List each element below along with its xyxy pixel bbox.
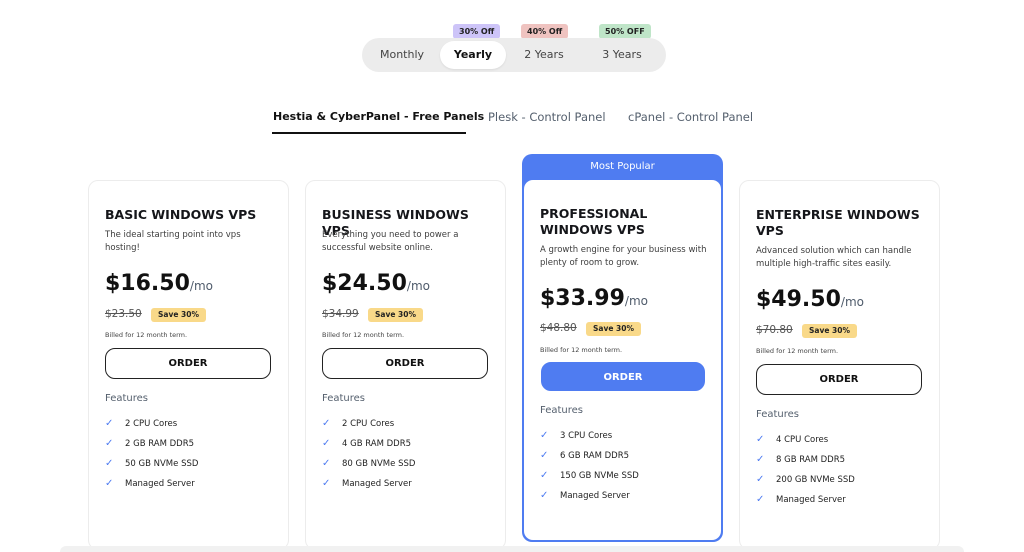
- plan-card-body: PROFESSIONAL WINDOWS VPS A growth engine…: [524, 180, 721, 540]
- check-icon: ✓: [756, 454, 765, 465]
- check-icon: ✓: [105, 478, 114, 489]
- old-price: $34.99: [322, 308, 359, 320]
- check-icon: ✓: [756, 474, 765, 485]
- feature-item: ✓ Managed Server: [756, 494, 846, 505]
- billing-option-3-years[interactable]: 3 Years: [584, 41, 660, 69]
- billing-term: Billed for 12 month term.: [105, 331, 188, 339]
- features-heading: Features: [756, 409, 799, 420]
- plan-price: $16.50/mo: [105, 271, 213, 296]
- features-heading: Features: [105, 393, 148, 404]
- check-icon: ✓: [105, 458, 114, 469]
- feature-item: ✓ 200 GB NVMe SSD: [756, 474, 855, 485]
- old-price: $48.80: [540, 322, 577, 334]
- old-price: $70.80: [756, 324, 793, 336]
- plan-card-professional: Most Popular PROFESSIONAL WINDOWS VPS A …: [522, 154, 723, 542]
- most-popular-label: Most Popular: [590, 161, 655, 172]
- order-button[interactable]: ORDER: [105, 348, 271, 379]
- order-button[interactable]: ORDER: [322, 348, 488, 379]
- feature-item: ✓ 8 GB RAM DDR5: [756, 454, 846, 465]
- active-tab-underline: [272, 132, 466, 134]
- feature-item: ✓ Managed Server: [105, 478, 195, 489]
- plan-card-business: BUSINESS WINDOWS VPS Everything you need…: [305, 180, 506, 550]
- check-icon: ✓: [322, 438, 331, 449]
- feature-item: ✓ 80 GB NVMe SSD: [322, 458, 416, 469]
- billing-term: Billed for 12 month term.: [756, 347, 839, 355]
- order-button[interactable]: ORDER: [756, 364, 922, 395]
- check-icon: ✓: [540, 490, 549, 501]
- old-price: $23.50: [105, 308, 142, 320]
- feature-item: ✓ 2 CPU Cores: [105, 418, 178, 429]
- save-badge: Save 30%: [586, 322, 642, 336]
- discount-badge-3-years: 50% OFF: [599, 24, 651, 39]
- plan-card-enterprise: ENTERPRISE WINDOWS VPS Advanced solution…: [739, 180, 940, 550]
- tab-plesk[interactable]: Plesk - Control Panel: [488, 110, 606, 124]
- plan-card-basic: BASIC WINDOWS VPS The ideal starting poi…: [88, 180, 289, 550]
- feature-item: ✓ 2 CPU Cores: [322, 418, 395, 429]
- plan-description: The ideal starting point into vps hostin…: [105, 230, 241, 253]
- check-icon: ✓: [756, 434, 765, 445]
- tab-hestia-cyberpanel[interactable]: Hestia & CyberPanel - Free Panels: [273, 110, 484, 123]
- billing-option-yearly[interactable]: Yearly: [440, 41, 506, 69]
- plan-name: PROFESSIONAL WINDOWS VPS: [540, 206, 648, 237]
- plan-price: $49.50/mo: [756, 287, 864, 312]
- features-heading: Features: [322, 393, 365, 404]
- order-button[interactable]: ORDER: [541, 362, 705, 391]
- feature-item: ✓ 6 GB RAM DDR5: [540, 450, 630, 461]
- features-heading: Features: [540, 405, 583, 416]
- billing-option-2-years[interactable]: 2 Years: [508, 41, 580, 69]
- plan-description: Everything you need to power a successfu…: [322, 230, 459, 253]
- billing-option-monthly[interactable]: Monthly: [366, 41, 438, 69]
- check-icon: ✓: [540, 450, 549, 461]
- plan-price: $24.50/mo: [322, 271, 430, 296]
- save-badge: Save 30%: [802, 324, 858, 338]
- feature-item: ✓ 2 GB RAM DDR5: [105, 438, 195, 449]
- check-icon: ✓: [540, 430, 549, 441]
- feature-item: ✓ 50 GB NVMe SSD: [105, 458, 199, 469]
- discount-badge-2-years: 40% Off: [521, 24, 569, 39]
- tab-cpanel[interactable]: cPanel - Control Panel: [628, 110, 753, 124]
- plan-name: ENTERPRISE WINDOWS VPS: [756, 207, 920, 238]
- billing-term: Billed for 12 month term.: [322, 331, 405, 339]
- check-icon: ✓: [756, 494, 765, 505]
- plan-description: A growth engine for your business with p…: [540, 245, 707, 268]
- check-icon: ✓: [322, 478, 331, 489]
- plan-description: Advanced solution which can handle multi…: [756, 246, 912, 269]
- check-icon: ✓: [540, 470, 549, 481]
- billing-period-toggle: Monthly Yearly 2 Years 3 Years: [362, 38, 666, 72]
- feature-item: ✓ Managed Server: [322, 478, 412, 489]
- feature-item: ✓ 150 GB NVMe SSD: [540, 470, 639, 481]
- save-badge: Save 30%: [368, 308, 424, 322]
- feature-item: ✓ 3 CPU Cores: [540, 430, 613, 441]
- billing-term: Billed for 12 month term.: [540, 346, 623, 354]
- feature-item: ✓ 4 CPU Cores: [756, 434, 829, 445]
- feature-item: ✓ 4 GB RAM DDR5: [322, 438, 412, 449]
- check-icon: ✓: [105, 438, 114, 449]
- plan-price: $33.99/mo: [540, 286, 648, 311]
- save-badge: Save 30%: [151, 308, 207, 322]
- section-bottom-edge: [60, 546, 964, 552]
- check-icon: ✓: [105, 418, 114, 429]
- plan-name: BASIC WINDOWS VPS: [105, 207, 257, 222]
- check-icon: ✓: [322, 458, 331, 469]
- check-icon: ✓: [322, 418, 331, 429]
- discount-badge-yearly: 30% Off: [453, 24, 501, 39]
- feature-item: ✓ Managed Server: [540, 490, 630, 501]
